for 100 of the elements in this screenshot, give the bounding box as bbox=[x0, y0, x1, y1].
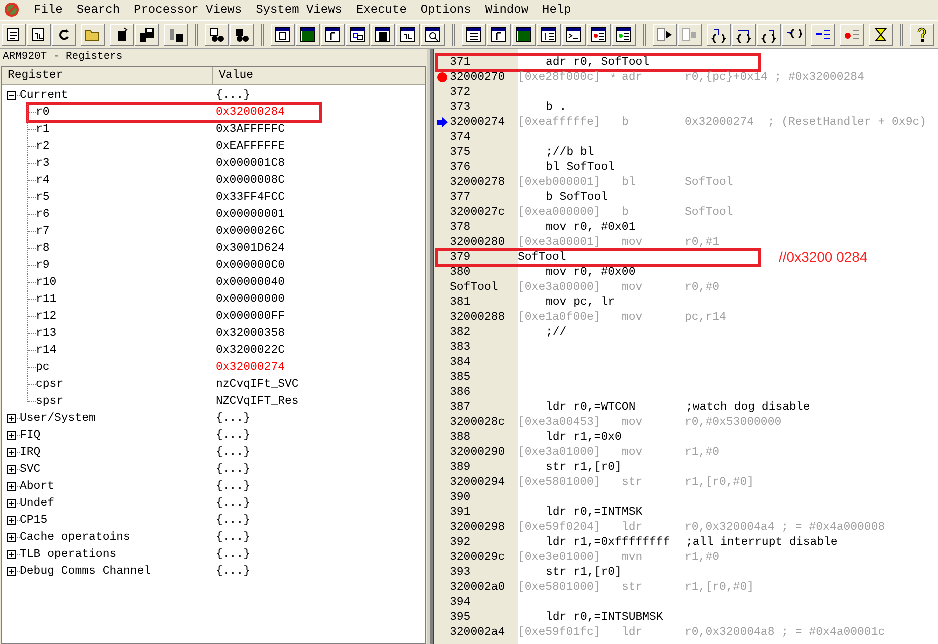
toolbar-button[interactable] bbox=[653, 24, 677, 46]
register-row[interactable]: r3 0x000001C8 bbox=[28, 155, 320, 172]
register-row[interactable]: r6 0x00000001 bbox=[28, 206, 320, 223]
source-line[interactable]: 387 ldr r0,=WTCON ;watch dog disable bbox=[437, 400, 810, 415]
source-line[interactable]: 374 bbox=[437, 130, 759, 145]
toolbar-button[interactable] bbox=[271, 24, 295, 46]
source-line[interactable]: 384 bbox=[437, 355, 759, 370]
register-row[interactable]: spsr NZCVqIFT_Res bbox=[28, 393, 320, 410]
source-line[interactable]: 393 str r1,[r0] bbox=[437, 565, 759, 580]
toolbar-button[interactable] bbox=[230, 24, 254, 46]
source-line[interactable]: 378 mov r0, #0x01 bbox=[437, 220, 759, 235]
menu-item[interactable]: Window bbox=[485, 1, 529, 19]
menu-item[interactable]: Options bbox=[420, 1, 472, 19]
toolbar-button[interactable] bbox=[537, 24, 561, 46]
expand-icon[interactable] bbox=[7, 482, 16, 491]
breakpoint-icon[interactable] bbox=[437, 72, 448, 83]
tree-label[interactable]: IRQ bbox=[20, 444, 41, 462]
source-line[interactable]: 395 ldr r0,=INTSUBMSK bbox=[437, 610, 759, 625]
toolbar-button[interactable] bbox=[164, 24, 188, 46]
source-line[interactable]: 394 bbox=[437, 595, 759, 610]
column-header[interactable]: Value bbox=[213, 67, 425, 85]
menu-item[interactable]: Help bbox=[542, 1, 572, 19]
source-line[interactable]: 377 b SofTool bbox=[437, 190, 759, 205]
menu-item[interactable]: System Views bbox=[256, 1, 342, 19]
source-line[interactable]: 391 ldr r0,=INTMSK bbox=[437, 505, 759, 520]
toolbar-button[interactable] bbox=[110, 24, 134, 46]
register-row[interactable]: pc 0x32000274 bbox=[28, 359, 320, 376]
expand-icon[interactable] bbox=[7, 499, 16, 508]
source-line[interactable]: 371 adr r0, SofTool bbox=[437, 55, 759, 70]
register-row[interactable]: r2 0xEAFFFFFE bbox=[28, 138, 320, 155]
toolbar-button[interactable] bbox=[135, 24, 159, 46]
toolbar-button[interactable] bbox=[707, 24, 731, 46]
source-line[interactable]: 389 str r1,[r0] bbox=[437, 460, 759, 475]
register-row[interactable]: r9 0x000000C0 bbox=[28, 257, 320, 274]
expand-icon[interactable] bbox=[7, 465, 16, 474]
column-header[interactable]: Register bbox=[2, 67, 213, 85]
toolbar-button[interactable] bbox=[396, 24, 420, 46]
toolbar-button[interactable] bbox=[562, 24, 586, 46]
toolbar-button[interactable] bbox=[512, 24, 536, 46]
toolbar-button[interactable] bbox=[2, 24, 26, 46]
toolbar-button[interactable] bbox=[205, 24, 229, 46]
tree-label[interactable]: Cache operatoins bbox=[20, 528, 130, 546]
source-line[interactable]: 383 bbox=[437, 340, 759, 355]
expand-icon[interactable] bbox=[7, 516, 16, 525]
expand-icon[interactable] bbox=[7, 448, 16, 457]
toolbar-button[interactable] bbox=[587, 24, 611, 46]
toolbar-button[interactable] bbox=[757, 24, 781, 46]
register-row[interactable]: r0 0x32000284 bbox=[28, 104, 320, 121]
register-row[interactable]: r4 0x0000008C bbox=[28, 172, 320, 189]
register-row[interactable]: cpsr nzCvqIFt_SVC bbox=[28, 376, 320, 393]
tree-label[interactable]: Current bbox=[20, 86, 68, 104]
register-row[interactable]: r10 0x00000040 bbox=[28, 274, 320, 291]
source-line[interactable]: 382 ;// bbox=[437, 325, 759, 340]
tree-label[interactable]: Debug Comms Channel bbox=[20, 562, 152, 580]
toolbar-button[interactable] bbox=[27, 24, 51, 46]
tree-label[interactable]: FIQ bbox=[20, 426, 41, 444]
source-line[interactable]: 390 bbox=[437, 490, 759, 505]
toolbar-button[interactable] bbox=[52, 24, 76, 46]
source-line[interactable]: 381 mov pc, lr bbox=[437, 295, 759, 310]
expand-icon[interactable] bbox=[7, 567, 16, 576]
menu-item[interactable]: File bbox=[34, 1, 63, 19]
menu-item[interactable]: Search bbox=[76, 1, 120, 19]
register-row[interactable]: r1 0x3AFFFFFC bbox=[28, 121, 320, 138]
tree-label[interactable]: User/System bbox=[20, 410, 96, 428]
expand-icon[interactable] bbox=[7, 431, 16, 440]
toolbar-button[interactable] bbox=[321, 24, 345, 46]
register-row[interactable]: r13 0x32000358 bbox=[28, 325, 320, 342]
toolbar-button[interactable] bbox=[869, 24, 893, 46]
source-line[interactable]: 385 bbox=[437, 370, 759, 385]
source-line[interactable]: 379 SofTool bbox=[437, 250, 759, 265]
register-row[interactable]: r5 0x33FF4FCC bbox=[28, 189, 320, 206]
toolbar-button[interactable] bbox=[81, 24, 105, 46]
register-row[interactable]: r7 0x0000026C bbox=[28, 223, 320, 240]
toolbar-button[interactable] bbox=[371, 24, 395, 46]
tree-label[interactable]: Undef bbox=[20, 494, 55, 512]
toolbar-button[interactable] bbox=[910, 24, 934, 46]
toolbar-button[interactable] bbox=[732, 24, 756, 46]
source-line[interactable]: 386 bbox=[437, 385, 759, 400]
toolbar-button[interactable] bbox=[612, 24, 636, 46]
tree-label[interactable]: Abort bbox=[20, 478, 55, 496]
toolbar-button[interactable] bbox=[462, 24, 486, 46]
collapse-icon[interactable] bbox=[7, 91, 16, 100]
tree-label[interactable]: SVC bbox=[20, 460, 41, 478]
register-row[interactable]: r11 0x00000000 bbox=[28, 291, 320, 308]
tree-label[interactable]: CP15 bbox=[20, 512, 48, 530]
register-row[interactable]: r8 0x3001D624 bbox=[28, 240, 320, 257]
source-line[interactable]: 375 ;//b bl bbox=[437, 145, 759, 160]
source-line[interactable]: 372 bbox=[437, 85, 759, 100]
menu-item[interactable]: Processor Views bbox=[134, 1, 242, 19]
tree-label[interactable]: TLB operations bbox=[20, 546, 117, 564]
source-line[interactable]: 380 mov r0, #0x00 bbox=[437, 265, 759, 280]
register-row[interactable]: r12 0x000000FF bbox=[28, 308, 320, 325]
toolbar-button[interactable] bbox=[421, 24, 445, 46]
expand-icon[interactable] bbox=[7, 533, 16, 542]
toolbar-button[interactable] bbox=[487, 24, 511, 46]
menu-item[interactable]: Execute bbox=[356, 1, 407, 19]
source-line[interactable]: 373 b . bbox=[437, 100, 759, 115]
toolbar-button[interactable] bbox=[296, 24, 320, 46]
expand-icon[interactable] bbox=[7, 414, 16, 423]
source-line[interactable]: 392 ldr r1,=0xffffffff ;all interrupt disable bbox=[437, 535, 838, 550]
